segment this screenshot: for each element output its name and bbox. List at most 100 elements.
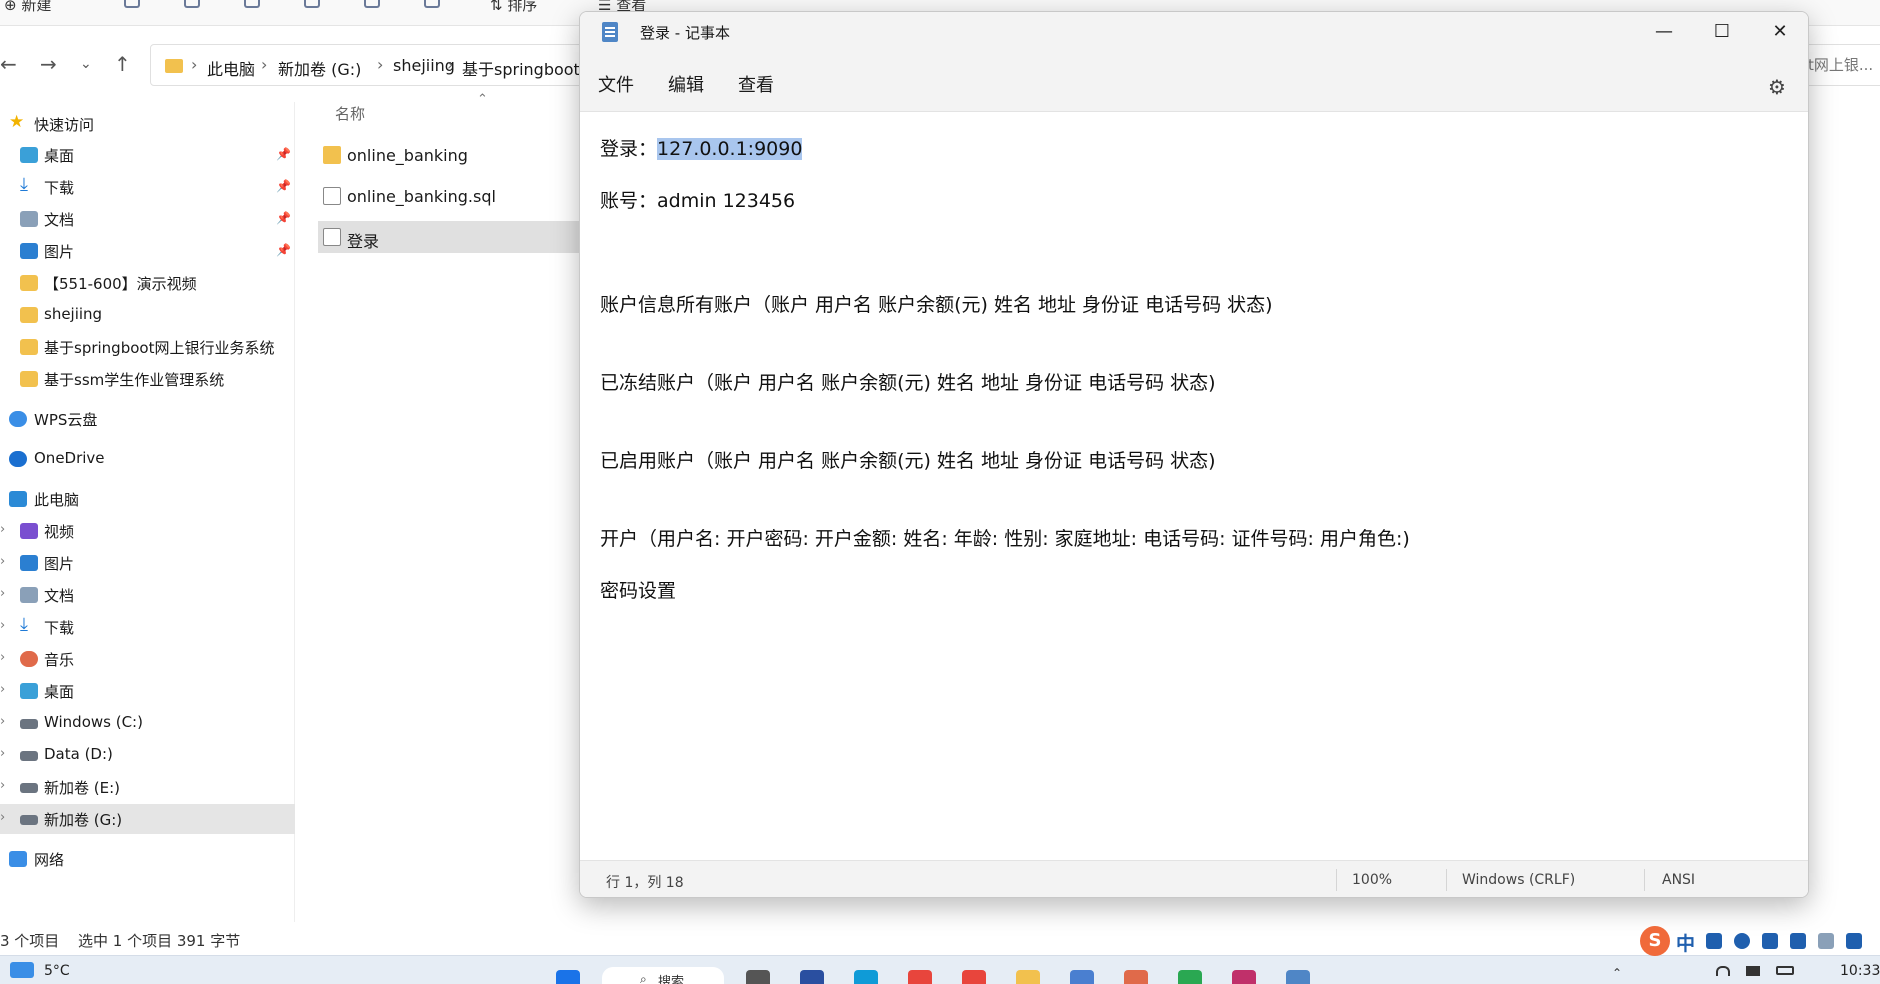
chevron-right-icon[interactable]: › xyxy=(0,586,5,601)
chevron-right-icon[interactable]: › xyxy=(0,810,5,825)
weather-temperature[interactable]: 5°C xyxy=(44,963,70,979)
nav-pc-documents[interactable]: › 文档 xyxy=(0,580,295,610)
nav-wps-cloud[interactable]: WPS云盘 xyxy=(0,404,295,434)
nav-recent-folder-2[interactable]: shejiing xyxy=(0,300,295,330)
folder-icon xyxy=(165,59,183,73)
chevron-right-icon[interactable]: › xyxy=(0,522,5,537)
intellij-icon[interactable] xyxy=(1232,970,1256,984)
sort-button[interactable]: ⇅ 排序 xyxy=(490,0,537,15)
back-arrow-icon[interactable]: ← xyxy=(0,52,17,76)
notepad-title-bar[interactable]: 登录 - 记事本 — ☐ ✕ xyxy=(580,12,1808,52)
nav-pc-desktop[interactable]: › 桌面 xyxy=(0,676,295,706)
nav-quick-access[interactable]: ★ 快速访问 xyxy=(0,109,295,139)
notepad-text-area[interactable]: 登录：127.0.0.1:9090 账号：admin 123456 账户信息所有… xyxy=(580,112,1808,857)
nav-music[interactable]: › 音乐 xyxy=(0,644,295,674)
notepad-status-bar: 行 1，列 18 100% Windows (CRLF) ANSI xyxy=(580,860,1808,897)
pin-icon[interactable]: 📌 xyxy=(276,211,291,225)
nav-onedrive[interactable]: OneDrive xyxy=(0,444,295,474)
settings-gear-icon[interactable]: ⚙ xyxy=(1768,75,1786,99)
taskbar-clock[interactable]: 10:33 xyxy=(1840,963,1880,979)
keyboard-icon[interactable] xyxy=(1790,933,1806,949)
nav-pc-pictures[interactable]: › 图片 xyxy=(0,548,295,578)
notepad-taskbar-icon[interactable] xyxy=(1286,970,1310,984)
skin-icon[interactable] xyxy=(1818,933,1834,949)
nav-drive-e[interactable]: › 新加卷 (E:) xyxy=(0,772,295,802)
nav-drive-c[interactable]: › Windows (C:) xyxy=(0,708,295,738)
chevron-right-icon[interactable]: › xyxy=(0,650,5,665)
file-row-online-banking-folder[interactable]: online_banking xyxy=(318,139,590,171)
nav-pictures[interactable]: 图片 📌 xyxy=(0,236,295,266)
nav-recent-folder-3[interactable]: 基于springboot网上银行业务系统 xyxy=(0,332,295,362)
wifi-icon[interactable] xyxy=(1716,966,1730,976)
emoji-icon[interactable] xyxy=(1734,933,1750,949)
status-divider xyxy=(1644,869,1645,891)
recent-locations-chevron-icon[interactable]: ⌄ xyxy=(80,56,92,72)
app-icon[interactable] xyxy=(1070,970,1094,984)
show-hidden-icons-chevron-icon[interactable]: ⌃ xyxy=(1612,966,1622,980)
file-row-online-banking-sql[interactable]: online_banking.sql xyxy=(318,180,590,212)
chevron-right-icon[interactable]: › xyxy=(0,682,5,697)
minimize-button[interactable]: — xyxy=(1635,16,1693,48)
nav-recent-folder-4[interactable]: 基于ssm学生作业管理系统 xyxy=(0,364,295,394)
chevron-right-icon[interactable]: › xyxy=(0,554,5,569)
column-header-name[interactable]: 名称 xyxy=(335,103,365,124)
close-button[interactable]: ✕ xyxy=(1751,16,1808,48)
nav-drive-d[interactable]: › Data (D:) xyxy=(0,740,295,770)
chevron-right-icon[interactable]: › xyxy=(0,746,5,761)
volume-icon[interactable] xyxy=(1746,966,1760,976)
nav-recent-folder-1[interactable]: 【551-600】演示视频 xyxy=(0,268,295,298)
rename-icon[interactable] xyxy=(304,0,320,8)
app-icon[interactable] xyxy=(800,970,824,984)
pin-icon[interactable]: 📌 xyxy=(276,147,291,161)
zoom-level: 100% xyxy=(1352,872,1393,888)
nav-pc-downloads[interactable]: › ⤓ 下载 xyxy=(0,612,295,642)
menu-view[interactable]: 查看 xyxy=(738,71,774,97)
punctuation-icon[interactable] xyxy=(1706,933,1722,949)
chrome-icon[interactable] xyxy=(962,970,986,984)
share-icon[interactable] xyxy=(364,0,380,8)
copy-icon[interactable] xyxy=(184,0,200,8)
notepad-menu-bar: 文件 编辑 查看 xyxy=(580,52,1808,112)
nav-documents[interactable]: 文档 📌 xyxy=(0,204,295,234)
battery-icon[interactable] xyxy=(1776,966,1794,975)
task-view-icon[interactable] xyxy=(746,970,770,984)
up-arrow-icon[interactable]: ↑ xyxy=(114,52,131,76)
file-row-login-txt[interactable]: 登录 xyxy=(318,221,590,253)
breadcrumb-drive-g[interactable]: 新加卷 (G:) xyxy=(278,56,361,80)
nav-videos[interactable]: › 视频 xyxy=(0,516,295,546)
microphone-icon[interactable] xyxy=(1762,933,1778,949)
sogou-ime-icon[interactable]: S xyxy=(1640,926,1670,956)
nav-network[interactable]: 网络 xyxy=(0,844,295,874)
menu-edit[interactable]: 编辑 xyxy=(668,71,704,97)
breadcrumb-shejiing[interactable]: shejiing xyxy=(393,56,455,75)
hbuilder-icon[interactable] xyxy=(1178,970,1202,984)
chevron-right-icon[interactable]: › xyxy=(0,778,5,793)
pin-icon[interactable]: 📌 xyxy=(276,179,291,193)
file-explorer-icon[interactable] xyxy=(1016,970,1040,984)
nav-this-pc[interactable]: 此电脑 xyxy=(0,484,295,514)
pin-icon[interactable]: 📌 xyxy=(276,243,291,257)
chrome-icon[interactable] xyxy=(908,970,932,984)
delete-icon[interactable] xyxy=(424,0,440,8)
maximize-button[interactable]: ☐ xyxy=(1693,16,1751,48)
cut-icon[interactable] xyxy=(124,0,140,8)
breadcrumb-project[interactable]: 基于springboot网 xyxy=(462,56,596,80)
chevron-right-icon[interactable]: › xyxy=(0,714,5,729)
new-button[interactable]: ⊕ 新建 xyxy=(4,0,51,15)
app-icon[interactable] xyxy=(1124,970,1148,984)
weather-icon[interactable] xyxy=(10,962,34,978)
edge-icon[interactable] xyxy=(854,970,878,984)
nav-downloads[interactable]: ⤓ 下载 📌 xyxy=(0,172,295,202)
ime-language-indicator[interactable]: 中 xyxy=(1676,929,1695,956)
nav-desktop[interactable]: 桌面 📌 xyxy=(0,140,295,170)
start-button-icon[interactable] xyxy=(556,970,580,984)
breadcrumb-this-pc[interactable]: 此电脑 xyxy=(207,56,255,80)
nav-drive-g[interactable]: › 新加卷 (G:) xyxy=(0,804,295,834)
text-line-open-account: 开户（用户名: 开户密码: 开户金额: 姓名: 年龄: 性别: 家庭地址: 电话… xyxy=(600,528,1410,550)
toolbox-icon[interactable] xyxy=(1846,933,1862,949)
paste-icon[interactable] xyxy=(244,0,260,8)
taskbar-search[interactable]: ⌕ 搜索 xyxy=(602,967,724,984)
forward-arrow-icon[interactable]: → xyxy=(40,52,57,76)
menu-file[interactable]: 文件 xyxy=(598,71,634,97)
chevron-right-icon[interactable]: › xyxy=(0,618,5,633)
